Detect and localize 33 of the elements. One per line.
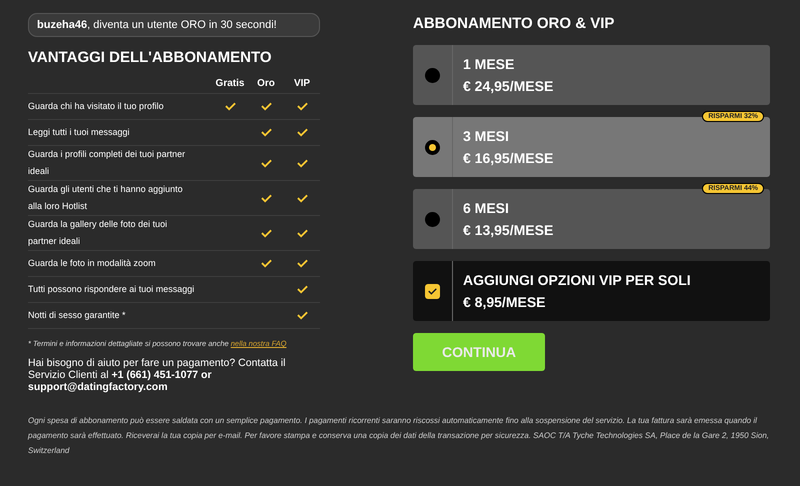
vip-option[interactable]: AGGIUNGI OPZIONI VIP PER SOLI € 8,95/MESE: [413, 261, 770, 321]
vip-price: € 8,95/MESE: [463, 294, 546, 310]
column-header: Oro: [256, 78, 276, 89]
plan-price: € 13,95/MESE: [463, 222, 554, 238]
feature-label: Leggi tutti i tuoi messaggi: [28, 126, 131, 139]
benefits-title: VANTAGGI DELL'ABBONAMENTO: [28, 49, 273, 66]
feature-label: Guarda le foto in modalità zoom: [28, 257, 157, 270]
plan-option[interactable]: 6 MESI € 13,95/MESE: [413, 189, 770, 249]
plan-name: 1 MESE: [463, 56, 516, 72]
plan-price: € 16,95/MESE: [463, 150, 554, 166]
column-header: VIP: [292, 78, 312, 89]
plan-price: € 24,95/MESE: [463, 78, 554, 94]
feature-label: Notti di sesso garantite *: [28, 309, 127, 322]
plan-name: 3 MESI: [463, 128, 510, 144]
help-text: Hai bisogno di aiuto per fare un pagamento? Contatta il Servizio Clienti al +1 (661) 451-1077 or support@datingfactory.com: [28, 357, 286, 393]
feature-label: Guarda la gallery delle foto dei tuoi partner ideali: [28, 218, 168, 248]
plan-option[interactable]: 1 MESE € 24,95/MESE: [413, 45, 770, 105]
feature-label: Tutti possono rispondere ai tuoi messaggi: [28, 283, 196, 296]
feature-label: Guarda chi ha visitato il tuo profilo: [28, 100, 165, 113]
welcome-banner: buzeha46, diventa un utente ORO in 30 secondi!: [28, 13, 320, 37]
radio-button[interactable]: [425, 212, 440, 226]
vip-option-label: AGGIUNGI OPZIONI VIP PER SOLI: [463, 272, 691, 288]
feature-label: Guarda i profili completi dei tuoi partner ideali: [28, 148, 186, 178]
plan-name: 6 MESI: [463, 200, 510, 216]
subscription-title: ABBONAMENTO ORO & VIP: [413, 15, 616, 32]
radio-button[interactable]: [425, 140, 440, 154]
plan-option[interactable]: 3 MESI € 16,95/MESE: [413, 117, 770, 177]
checkbox[interactable]: [425, 284, 440, 298]
radio-button[interactable]: [425, 68, 440, 82]
legal-text: Ogni spesa di abbonamento può essere saldata con un semplice pagamento. I pagamenti ricorrenti saranno riscossi automaticamente fino alla sospensione del servizio. La tua fattura sarà emessa quando il pagamento sarà effettuato. Riceverai la tua copia per e-mail. Per favore stampa e conserva una copia dei dati della transazione per sicurezza. SAOC T/A Tyche Technologies SA, Place de la Gare 2, 1950 Sion, Switzerland: [26, 415, 770, 457]
feature-label: Guarda gli utenti che ti hanno aggiunto alla loro Hotlist: [28, 183, 184, 213]
check-icon: [428, 288, 437, 294]
column-header: Gratis: [214, 78, 246, 89]
